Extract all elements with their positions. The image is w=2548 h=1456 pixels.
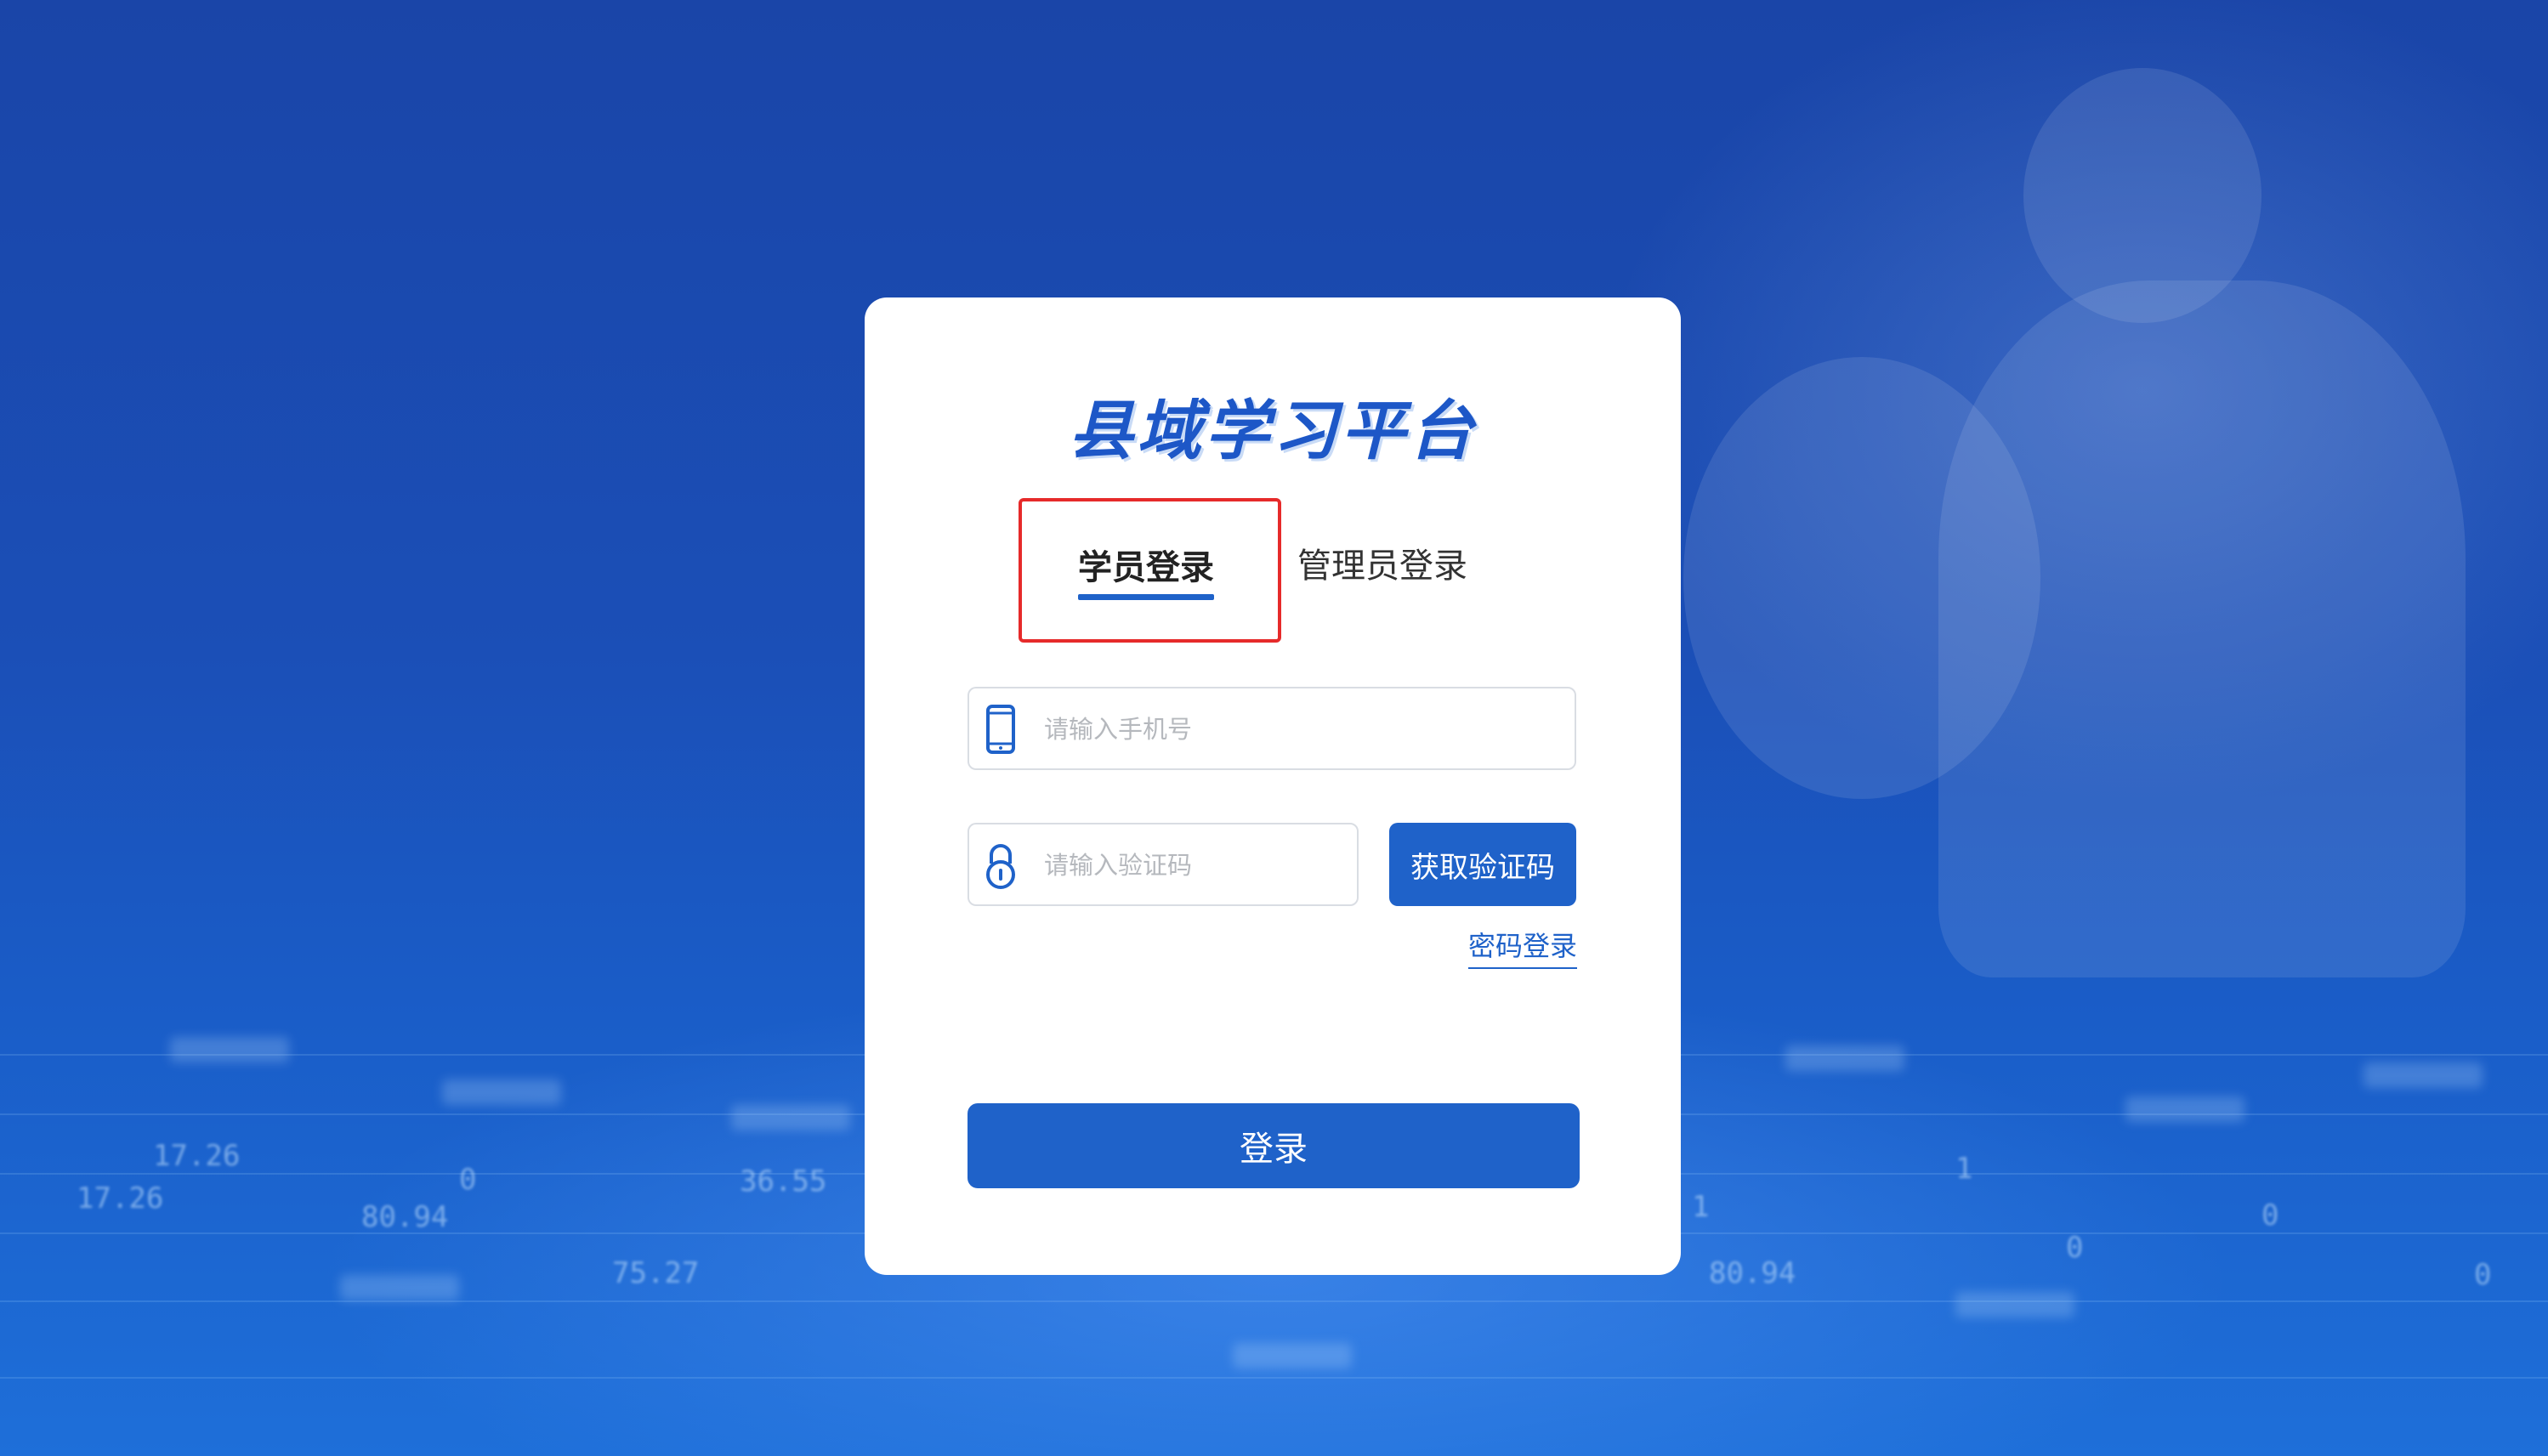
background-digit: 0	[2261, 1198, 2279, 1232]
background-line	[0, 1300, 2548, 1302]
background-digit: 0	[459, 1163, 477, 1197]
background-glow	[2125, 1096, 2244, 1122]
background-digit: 1	[1692, 1190, 1710, 1224]
verification-code-input[interactable]	[1042, 836, 1352, 894]
background-glow	[1955, 1292, 2074, 1317]
background-digit: 1	[1955, 1152, 1973, 1186]
background-glow	[340, 1275, 459, 1300]
background-digit: 80.94	[361, 1200, 449, 1234]
background-digit: 17.26	[153, 1139, 241, 1173]
phone-field[interactable]	[968, 687, 1576, 770]
background-figure	[1683, 357, 2040, 799]
background-glow	[731, 1105, 850, 1130]
lock-icon	[986, 844, 1015, 889]
background-digit: 17.26	[77, 1181, 164, 1215]
active-tab-indicator	[1078, 594, 1214, 600]
background-digit: 75.27	[612, 1256, 700, 1290]
platform-logo: 县域学习平台	[1069, 393, 1477, 468]
phone-input[interactable]	[1042, 700, 1556, 758]
background-glow	[1233, 1343, 1352, 1368]
background-glow	[2364, 1062, 2483, 1088]
background-glow	[1785, 1045, 1904, 1071]
tab-student-login[interactable]: 学员登录	[1078, 540, 1214, 589]
code-field[interactable]	[968, 823, 1359, 906]
mobile-phone-icon	[986, 705, 1015, 754]
background-glow	[170, 1037, 289, 1062]
background-digit: 36.55	[740, 1164, 827, 1198]
background-digit: 0	[2474, 1258, 2492, 1292]
background-line	[0, 1377, 2548, 1379]
password-login-link[interactable]: 密码登录	[1468, 925, 1578, 969]
get-verification-code-button[interactable]: 获取验证码	[1389, 823, 1576, 906]
background-glow	[442, 1079, 561, 1105]
login-card: 县域学习平台 学员登录 管理员登录 获取验证码 密码登录 登录	[865, 297, 1681, 1275]
background-digit: 80.94	[1709, 1256, 1796, 1290]
background-digit: 0	[2066, 1231, 2084, 1265]
tab-admin-login[interactable]: 管理员登录	[1297, 538, 1467, 587]
login-button[interactable]: 登录	[968, 1103, 1580, 1188]
